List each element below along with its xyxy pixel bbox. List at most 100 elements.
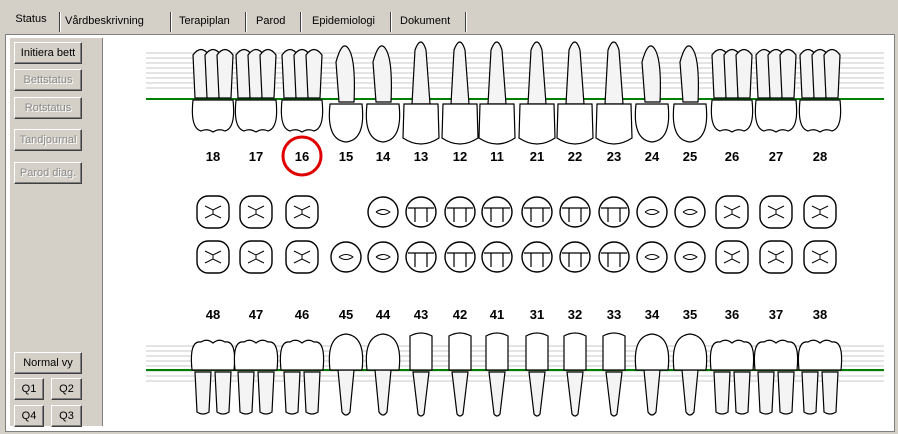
tooth-number-lower: 34 bbox=[645, 307, 660, 322]
tooth-number-upper: 15 bbox=[339, 149, 353, 164]
occlusal-surface bbox=[598, 196, 630, 228]
occlusal-surface bbox=[405, 241, 437, 273]
dental-chart: 18 48 17 47 16 46 15 45 14 44 13 43 12 42 11 41 21 31 22 32… bbox=[146, 41, 884, 417]
tooth-crown bbox=[328, 333, 364, 371]
tooth-root bbox=[303, 371, 321, 415]
occlusal-surface bbox=[598, 241, 630, 273]
tooth-root bbox=[487, 41, 507, 105]
tooth-number-upper: 11 bbox=[490, 149, 504, 164]
tooth-number-upper: 27 bbox=[769, 149, 783, 164]
tooth-crown bbox=[478, 103, 516, 145]
tooth-number-upper: 16 bbox=[295, 149, 309, 164]
tooth-crown bbox=[798, 99, 842, 133]
tooth-number-lower: 41 bbox=[490, 307, 504, 322]
tooth-crown bbox=[409, 332, 433, 371]
occlusal-surface bbox=[674, 196, 706, 228]
tooth-root bbox=[412, 371, 430, 417]
tooth-root bbox=[566, 371, 584, 417]
occlusal-surface bbox=[405, 196, 437, 228]
occlusal-surface bbox=[367, 196, 399, 228]
tooth-root bbox=[216, 48, 234, 99]
tooth-root bbox=[713, 371, 731, 415]
tooth-number-upper: 13 bbox=[414, 149, 428, 164]
tooth-number-lower: 32 bbox=[568, 307, 582, 322]
tooth-root bbox=[527, 41, 547, 105]
tooth-crown bbox=[402, 103, 440, 145]
tooth-number-upper: 25 bbox=[683, 149, 697, 164]
tooth-root bbox=[604, 41, 624, 105]
tooth-crown bbox=[485, 332, 509, 371]
tooth-number-lower: 43 bbox=[414, 307, 428, 322]
tooth-crown bbox=[233, 339, 279, 371]
occlusal-surface bbox=[674, 241, 706, 273]
tooth-root bbox=[335, 45, 355, 103]
tooth-crown bbox=[234, 99, 278, 133]
tooth-crown bbox=[190, 339, 236, 371]
tooth-root bbox=[214, 371, 232, 415]
occlusal-surface bbox=[636, 196, 668, 228]
tooth-root bbox=[283, 371, 301, 415]
tooth-number-upper: 22 bbox=[568, 149, 582, 164]
tooth-crown bbox=[634, 103, 670, 143]
tooth-number-upper: 23 bbox=[607, 149, 621, 164]
occlusal-surface bbox=[521, 241, 553, 273]
tooth-crown bbox=[518, 103, 556, 145]
tooth-number-lower: 42 bbox=[453, 307, 467, 322]
occlusal-surface bbox=[481, 241, 513, 273]
tooth-root bbox=[777, 371, 795, 415]
tooth-crown bbox=[602, 332, 626, 371]
tooth-root bbox=[605, 371, 623, 417]
tooth-root bbox=[305, 48, 323, 99]
tooth-crown bbox=[754, 99, 798, 133]
tooth-root bbox=[194, 371, 212, 415]
tooth-crown bbox=[709, 339, 755, 371]
tooth-number-lower: 38 bbox=[813, 307, 827, 322]
tooth-root bbox=[821, 371, 839, 415]
tooth-root bbox=[451, 371, 469, 417]
occlusal-surface bbox=[330, 241, 362, 273]
tooth-root bbox=[237, 371, 255, 415]
tooth-number-upper: 18 bbox=[206, 149, 220, 164]
tooth-crown bbox=[753, 339, 799, 371]
tooth-number-lower: 44 bbox=[376, 307, 391, 322]
occlusal-surface bbox=[444, 241, 476, 273]
tooth-number-upper: 12 bbox=[453, 149, 467, 164]
tooth-crown bbox=[365, 103, 401, 143]
tooth-number-upper: 21 bbox=[530, 149, 544, 164]
tooth-crown bbox=[556, 103, 594, 145]
tooth-crown bbox=[797, 339, 843, 371]
tooth-number-upper: 24 bbox=[645, 149, 660, 164]
tooth-root bbox=[681, 369, 699, 416]
tooth-root bbox=[374, 369, 392, 416]
tooth-crown bbox=[328, 103, 364, 143]
tooth-root bbox=[679, 45, 699, 103]
tooth-root bbox=[528, 371, 546, 417]
occlusal-surface bbox=[521, 196, 553, 228]
tooth-root bbox=[372, 45, 392, 103]
tooth-crown bbox=[191, 99, 235, 133]
tooth-number-upper: 14 bbox=[376, 149, 391, 164]
tooth-number-lower: 46 bbox=[295, 307, 309, 322]
tooth-root bbox=[643, 369, 661, 416]
tooth-crown bbox=[441, 103, 479, 145]
tooth-number-lower: 31 bbox=[530, 307, 544, 322]
tooth-root bbox=[779, 48, 797, 99]
tooth-crown bbox=[672, 333, 708, 371]
tooth-number-lower: 33 bbox=[607, 307, 621, 322]
tooth-number-lower: 47 bbox=[249, 307, 263, 322]
tooth-root bbox=[733, 371, 751, 415]
tooth-root bbox=[565, 41, 585, 105]
tooth-number-upper: 28 bbox=[813, 149, 827, 164]
occlusal-surface bbox=[481, 196, 513, 228]
tooth-number-lower: 48 bbox=[206, 307, 220, 322]
occlusal-surface bbox=[559, 196, 591, 228]
tooth-root bbox=[735, 48, 753, 99]
tooth-number-lower: 37 bbox=[769, 307, 783, 322]
tooth-root bbox=[823, 48, 841, 99]
tooth-crown bbox=[710, 99, 754, 133]
occlusal-surface bbox=[367, 241, 399, 273]
tooth-root bbox=[259, 48, 277, 99]
tooth-number-lower: 36 bbox=[725, 307, 739, 322]
occlusal-surface bbox=[559, 241, 591, 273]
tooth-crown bbox=[672, 103, 708, 143]
